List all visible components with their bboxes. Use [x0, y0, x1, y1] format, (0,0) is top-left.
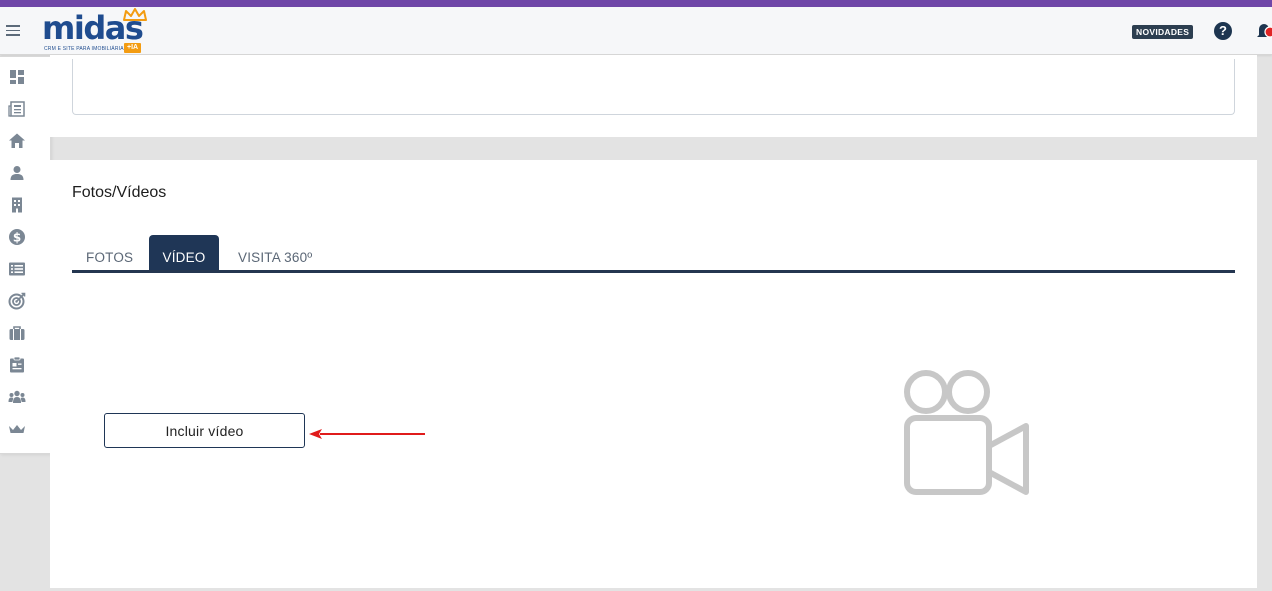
- section-title: Fotos/Vídeos: [72, 184, 167, 201]
- app-header: midas CRM E SITE PARA IMOBILIÁRIA +IA NO…: [0, 7, 1272, 55]
- target-icon[interactable]: [8, 292, 26, 310]
- logo-subtitle: CRM E SITE PARA IMOBILIÁRIA: [44, 46, 124, 52]
- logo-ia-badge: +IA: [124, 43, 142, 53]
- briefcase-icon[interactable]: [8, 324, 26, 342]
- tab-visita-360[interactable]: VISITA 360º: [238, 235, 312, 271]
- user-icon[interactable]: [8, 164, 26, 182]
- media-tabs: FOTOS VÍDEO VISITA 360º: [72, 235, 1235, 274]
- novidades-button[interactable]: NOVIDADES: [1132, 25, 1194, 39]
- building-icon[interactable]: [8, 196, 26, 214]
- midas-logo[interactable]: midas CRM E SITE PARA IMOBILIÁRIA +IA: [42, 8, 152, 55]
- clipboard-icon[interactable]: [8, 356, 26, 374]
- team-icon[interactable]: [8, 388, 26, 406]
- tab-video[interactable]: VÍDEO: [149, 235, 219, 273]
- notifications-bell-icon[interactable]: [1256, 21, 1272, 41]
- video-camera-icon: [904, 370, 1029, 495]
- crown-icon[interactable]: [8, 420, 26, 438]
- top-accent-bar: [0, 0, 1272, 7]
- include-video-button[interactable]: Incluir vídeo: [104, 413, 305, 448]
- home-icon[interactable]: [8, 132, 26, 150]
- sidebar: $: [0, 56, 51, 454]
- menu-toggle-icon[interactable]: [6, 25, 20, 37]
- dashboard-icon[interactable]: [8, 68, 26, 86]
- svg-text:$: $: [13, 230, 21, 244]
- tab-fotos[interactable]: FOTOS: [86, 235, 133, 271]
- newspaper-icon[interactable]: [8, 100, 26, 118]
- annotation-arrow-icon: [309, 429, 425, 439]
- dollar-icon[interactable]: $: [8, 228, 26, 246]
- media-card: Fotos/Vídeos FOTOS VÍDEO VISITA 360º Inc…: [50, 160, 1257, 588]
- tabs-underline: [72, 270, 1235, 273]
- help-icon[interactable]: ?: [1214, 22, 1232, 40]
- description-card: [50, 55, 1257, 137]
- list-icon[interactable]: [8, 260, 26, 278]
- description-textarea[interactable]: [72, 59, 1235, 115]
- logo-crown-icon: [123, 8, 147, 21]
